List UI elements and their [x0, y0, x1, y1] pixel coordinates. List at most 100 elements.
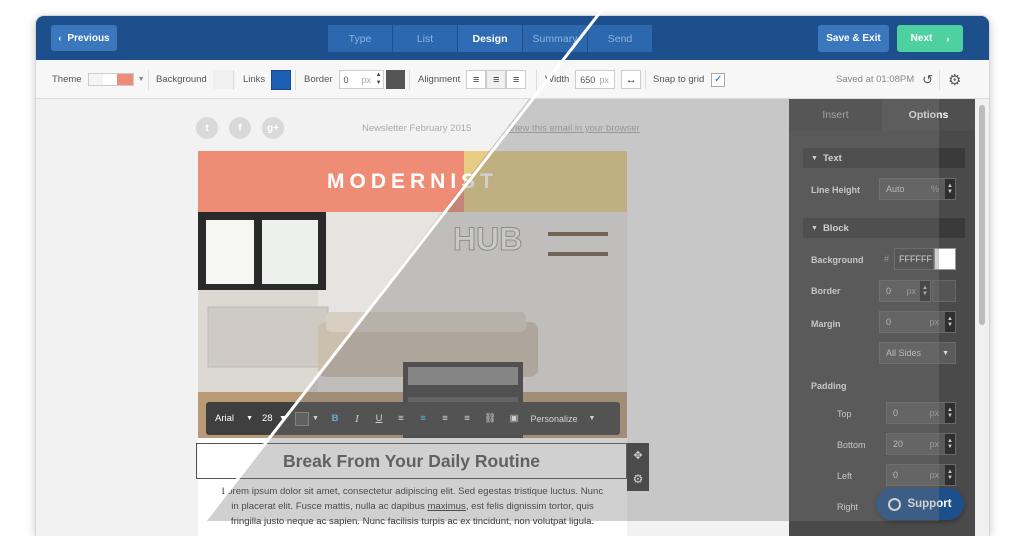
chevron-down-icon[interactable]: ▼	[138, 76, 145, 83]
view-in-browser-link[interactable]: View this email in your browser	[509, 123, 640, 134]
padding-unit: px	[929, 470, 939, 480]
align-center-icon[interactable]: ≡	[414, 408, 432, 429]
snap-label: Snap to grid	[653, 74, 705, 85]
align-center-icon[interactable]: ≡	[486, 70, 507, 89]
expand-width-icon[interactable]: ↔	[621, 70, 642, 89]
width-input[interactable]: 650 px	[575, 70, 616, 89]
padding-left-input[interactable]: 0 px ▲ ▼	[886, 464, 956, 486]
background-label: Background	[156, 74, 207, 85]
body-line: fringilla justo neque ac sapien. Nunc fa…	[230, 516, 595, 527]
border-color-swatch[interactable]	[385, 70, 405, 89]
caret-down-icon: ▼	[246, 415, 253, 422]
step-list[interactable]: List	[393, 25, 457, 52]
padding-label: Padding	[811, 381, 847, 391]
stepper-icon[interactable]: ▲ ▼	[945, 434, 955, 454]
gear-icon[interactable]: ⚙	[948, 71, 961, 89]
margin-sides-select[interactable]: All Sides ▼	[879, 342, 956, 364]
banner-logo[interactable]: MODERNIST	[198, 151, 627, 212]
chevron-right-icon: ›	[946, 33, 950, 44]
background-color-swatch[interactable]	[934, 248, 957, 270]
padding-unit: px	[929, 439, 939, 449]
step-summary[interactable]: Summary	[523, 25, 587, 52]
underline-button[interactable]: U	[370, 408, 388, 429]
align-right-icon[interactable]: ≡	[506, 70, 527, 89]
links-label: Links	[243, 74, 266, 85]
facebook-icon[interactable]: f	[229, 117, 251, 139]
twitter-icon[interactable]: t	[196, 117, 218, 139]
save-status: Saved at 01:08PM ↺	[836, 60, 933, 99]
support-label: Support	[907, 498, 952, 510]
personalize-button[interactable]: Personalize	[528, 408, 580, 429]
text-color-select[interactable]: ▼	[292, 408, 322, 429]
snap-checkbox[interactable]: ✓	[711, 72, 726, 87]
theme-control: Theme ▼	[52, 60, 145, 99]
options-panel: Insert Options ▼ Text Line Height Auto % …	[789, 99, 975, 536]
block-border-input[interactable]: 0 px ▲ ▼	[879, 280, 931, 302]
link-icon[interactable]: ⛓	[480, 408, 500, 429]
block-background-input[interactable]: # FFFFFF	[884, 248, 957, 270]
stepper-icon[interactable]: ▲ ▼	[945, 403, 955, 423]
hash-symbol: #	[884, 254, 890, 264]
align-left-icon[interactable]: ≡	[392, 408, 410, 429]
history-icon[interactable]: ↺	[922, 72, 933, 88]
step-design[interactable]: Design	[458, 25, 522, 52]
font-family-select[interactable]: Arial ▼	[212, 408, 256, 429]
next-button[interactable]: Next ›	[897, 25, 963, 52]
stepper-icon[interactable]: ▲ ▼	[945, 179, 955, 199]
stepper-icon[interactable]: ▲ ▼	[945, 312, 955, 332]
step-type[interactable]: Type	[328, 25, 392, 52]
support-button[interactable]: Support	[876, 488, 964, 520]
align-justify-icon[interactable]: ≡	[458, 408, 476, 429]
margin-unit: px	[929, 317, 939, 327]
align-right-icon[interactable]: ≡	[436, 408, 454, 429]
step-send[interactable]: Send	[588, 25, 652, 52]
padding-bottom-input[interactable]: 20 px ▲ ▼	[886, 433, 956, 455]
theme-label: Theme	[52, 74, 82, 85]
border-width-input[interactable]: 0 px ▲ ▼	[338, 70, 384, 89]
block-section-header[interactable]: ▼ Block	[803, 218, 965, 238]
bold-button[interactable]: B	[326, 408, 344, 429]
line-height-input[interactable]: Auto % ▲ ▼	[879, 178, 956, 200]
line-height-value: Auto	[886, 184, 905, 194]
gear-icon[interactable]: ⚙	[627, 467, 649, 491]
google-plus-icon[interactable]: g+	[262, 117, 284, 139]
email-canvas: t f g+ Newsletter February 2015 View thi…	[36, 99, 789, 536]
padding-top-value: 0	[893, 408, 899, 418]
hex-field[interactable]: FFFFFF	[894, 248, 935, 270]
personalize-label: Personalize	[530, 413, 578, 424]
previous-button[interactable]: ‹ Previous	[51, 25, 117, 51]
padding-left-value: 0	[893, 470, 899, 480]
headline-text-block[interactable]: Break From Your Daily Routine	[196, 443, 627, 479]
margin-sides-value: All Sides	[886, 348, 922, 358]
stepper-icon[interactable]: ▲ ▼	[376, 71, 382, 87]
stepper-icon[interactable]: ▲ ▼	[920, 281, 930, 301]
panel-scrollbar[interactable]	[975, 99, 989, 536]
google-plus-glyph: g+	[267, 122, 279, 134]
scrollbar-thumb[interactable]	[979, 105, 985, 325]
stepper-icon[interactable]: ▲ ▼	[945, 465, 955, 485]
save-exit-button[interactable]: Save & Exit	[818, 25, 889, 52]
theme-swatch[interactable]	[87, 73, 134, 86]
saved-status-text: Saved at 01:08PM	[836, 74, 915, 85]
more-options-icon[interactable]: ▼	[584, 408, 600, 429]
align-left-icon[interactable]: ≡	[466, 70, 487, 89]
underlined-word: maximus	[427, 501, 466, 512]
next-label: Next	[910, 33, 933, 44]
tab-options[interactable]: Options	[882, 99, 975, 131]
margin-input[interactable]: 0 px ▲ ▼	[879, 311, 956, 333]
move-icon[interactable]: ✥	[627, 443, 649, 467]
body-text[interactable]: Lorem ipsum dolor sit amet, consectetur …	[208, 484, 617, 529]
italic-button[interactable]: I	[348, 408, 366, 429]
width-label: Width	[545, 74, 570, 85]
block-border-color-swatch[interactable]	[932, 280, 956, 302]
padding-top-input[interactable]: 0 px ▲ ▼	[886, 402, 956, 424]
font-size-select[interactable]: 28 ▼	[260, 408, 288, 429]
caret-down-icon: ▼	[811, 154, 818, 162]
links-color-swatch[interactable]	[271, 69, 292, 90]
tab-insert[interactable]: Insert	[789, 99, 882, 131]
text-section-header[interactable]: ▼ Text	[803, 148, 965, 168]
step-label: Summary	[532, 32, 578, 45]
top-navigation-bar: ‹ Previous Type List Design Summary Send…	[36, 16, 989, 60]
background-swatch[interactable]	[212, 70, 235, 89]
image-icon[interactable]: ▣	[504, 408, 524, 429]
